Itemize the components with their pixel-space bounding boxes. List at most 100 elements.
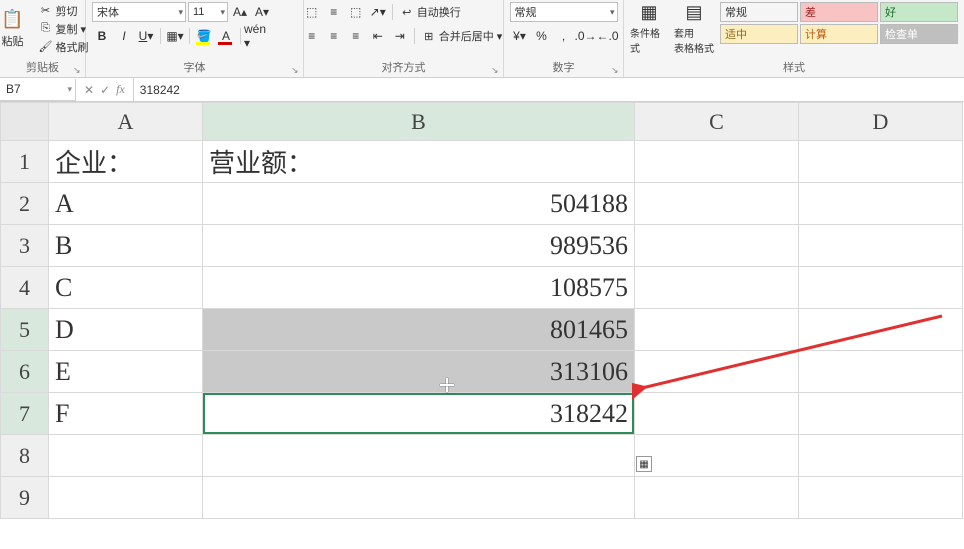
row-header[interactable]: 1 — [1, 141, 49, 183]
cell[interactable] — [799, 435, 963, 477]
cell-a2[interactable]: A — [49, 183, 203, 225]
cell[interactable] — [635, 435, 799, 477]
comma-icon[interactable]: , — [554, 26, 574, 46]
phonetic-button[interactable]: wén ▾ — [245, 26, 265, 46]
decrease-font-icon[interactable]: A▾ — [252, 2, 272, 22]
align-middle-icon[interactable]: ≡ — [324, 2, 344, 22]
format-painter-button[interactable]: 🖌 格式刷 — [36, 38, 92, 55]
cell-a7[interactable]: F — [49, 393, 203, 435]
indent-increase-icon[interactable]: ⇥ — [390, 26, 410, 46]
align-bottom-icon[interactable]: ⬚ — [346, 2, 366, 22]
style-good[interactable]: 好 — [880, 2, 958, 22]
row-header[interactable]: 8 — [1, 435, 49, 477]
cell[interactable] — [799, 225, 963, 267]
decrease-decimal-icon[interactable]: ←.0 — [598, 26, 618, 46]
row-header[interactable]: 5 — [1, 309, 49, 351]
dialog-launcher-icon[interactable]: ↘ — [291, 65, 301, 75]
dialog-launcher-icon[interactable]: ↘ — [73, 65, 83, 75]
col-header-a[interactable]: A — [49, 103, 203, 141]
row-header[interactable]: 2 — [1, 183, 49, 225]
cell[interactable] — [635, 351, 799, 393]
fill-color-button[interactable]: 🪣 — [194, 26, 214, 46]
enter-icon[interactable]: ✓ — [100, 83, 110, 97]
cell-b7[interactable]: 318242 — [203, 393, 635, 435]
cell-a4[interactable]: C — [49, 267, 203, 309]
cell[interactable] — [799, 393, 963, 435]
style-calc[interactable]: 计算 — [800, 24, 878, 44]
italic-button[interactable]: I — [114, 26, 134, 46]
cell[interactable] — [49, 435, 203, 477]
row-header[interactable]: 7 — [1, 393, 49, 435]
cut-button[interactable]: ✂ 剪切 — [36, 2, 92, 19]
merge-center-button[interactable]: ⊞ 合并后居中 ▾ — [419, 28, 506, 45]
percent-icon[interactable]: % — [532, 26, 552, 46]
cell[interactable] — [799, 309, 963, 351]
cell[interactable] — [635, 183, 799, 225]
cell[interactable] — [635, 267, 799, 309]
quick-analysis-button[interactable]: ▦ — [636, 456, 652, 472]
cell[interactable] — [49, 477, 203, 519]
font-color-button[interactable]: A — [216, 26, 236, 46]
row-header[interactable]: 3 — [1, 225, 49, 267]
orientation-icon[interactable]: ↗▾ — [368, 2, 388, 22]
cell[interactable] — [203, 477, 635, 519]
underline-button[interactable]: U ▾ — [136, 26, 156, 46]
currency-icon[interactable]: ¥▾ — [510, 26, 530, 46]
cell[interactable] — [635, 225, 799, 267]
cell-c1[interactable] — [635, 141, 799, 183]
style-moderate[interactable]: 适中 — [720, 24, 798, 44]
style-bad[interactable]: 差 — [800, 2, 878, 22]
cell-b4[interactable]: 108575 — [203, 267, 635, 309]
cell[interactable] — [799, 351, 963, 393]
cell[interactable] — [799, 183, 963, 225]
table-format-button[interactable]: ▤ 套用 表格格式 — [672, 2, 716, 54]
cell[interactable] — [635, 477, 799, 519]
align-center-icon[interactable]: ≡ — [324, 26, 344, 46]
cancel-icon[interactable]: ✕ — [84, 83, 94, 97]
row-header[interactable]: 9 — [1, 477, 49, 519]
select-all-corner[interactable] — [1, 103, 49, 141]
conditional-format-button[interactable]: ▦ 条件格式 — [630, 2, 668, 54]
indent-decrease-icon[interactable]: ⇤ — [368, 26, 388, 46]
cell-b3[interactable]: 989536 — [203, 225, 635, 267]
border-button[interactable]: ▦▾ — [165, 26, 185, 46]
cell-b5[interactable]: 801465 — [203, 309, 635, 351]
increase-decimal-icon[interactable]: .0→ — [576, 26, 596, 46]
cell-b6[interactable]: 313106 — [203, 351, 635, 393]
paste-button[interactable]: 📋 粘贴 — [0, 2, 32, 54]
style-normal[interactable]: 常规 — [720, 2, 798, 22]
cell-b2[interactable]: 504188 — [203, 183, 635, 225]
row-header[interactable]: 4 — [1, 267, 49, 309]
copy-button[interactable]: ⎘ 复制 ▾ — [36, 20, 92, 37]
name-box[interactable]: B7 — [0, 79, 76, 101]
font-name-select[interactable]: 宋体 — [92, 2, 186, 22]
col-header-d[interactable]: D — [799, 103, 963, 141]
align-top-icon[interactable]: ⬚ — [302, 2, 322, 22]
row-header[interactable]: 6 — [1, 351, 49, 393]
bold-button[interactable]: B — [92, 26, 112, 46]
cell-b1[interactable]: 营业额： — [203, 141, 635, 183]
align-left-icon[interactable]: ≡ — [302, 26, 322, 46]
style-check[interactable]: 检查单 — [880, 24, 958, 44]
fx-icon[interactable]: fx — [116, 82, 125, 97]
cell-d1[interactable] — [799, 141, 963, 183]
wrap-text-button[interactable]: ↩ 自动换行 — [397, 4, 464, 21]
dialog-launcher-icon[interactable]: ↘ — [611, 65, 621, 75]
col-header-c[interactable]: C — [635, 103, 799, 141]
number-format-select[interactable]: 常规 — [510, 2, 618, 22]
cell-a3[interactable]: B — [49, 225, 203, 267]
cell[interactable] — [635, 309, 799, 351]
dialog-launcher-icon[interactable]: ↘ — [491, 65, 501, 75]
formula-input[interactable]: 318242 — [134, 83, 964, 97]
cell[interactable] — [203, 435, 635, 477]
cell[interactable] — [635, 393, 799, 435]
font-size-select[interactable]: 11 — [188, 2, 228, 22]
cell-a6[interactable]: E — [49, 351, 203, 393]
increase-font-icon[interactable]: A▴ — [230, 2, 250, 22]
cell-a5[interactable]: D — [49, 309, 203, 351]
cell[interactable] — [799, 267, 963, 309]
align-right-icon[interactable]: ≡ — [346, 26, 366, 46]
cell[interactable] — [799, 477, 963, 519]
col-header-b[interactable]: B — [203, 103, 635, 141]
cell-a1[interactable]: 企业： — [49, 141, 203, 183]
